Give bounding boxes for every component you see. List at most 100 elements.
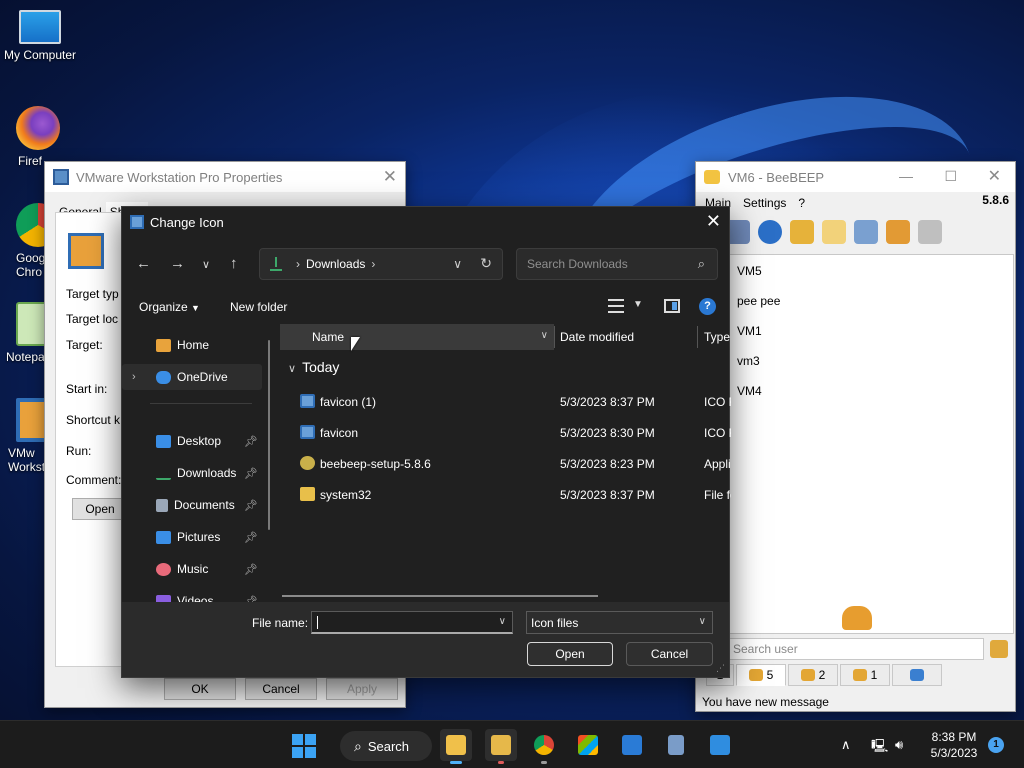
table-row[interactable]: beebeep-setup-5.8.6 5/3/2023 8:23 PM App… xyxy=(280,451,731,477)
list-item[interactable]: VM5 xyxy=(737,264,762,278)
sidebar-item-pictures[interactable]: Pictures 📌︎ xyxy=(122,524,262,550)
maximize-icon[interactable]: ☐ xyxy=(944,168,957,185)
help-icon[interactable]: ? xyxy=(699,298,716,315)
sidebar-item-label: Desktop xyxy=(177,434,222,448)
sidebar-item-home[interactable]: Home xyxy=(122,332,262,358)
desktop-icon-my-computer[interactable]: My Computer xyxy=(0,10,80,62)
open-file-location-button[interactable]: Open xyxy=(72,498,128,520)
column-header-name[interactable]: Name ∨ xyxy=(280,324,554,350)
refresh-icon[interactable]: ↻ xyxy=(480,255,492,272)
chevron-right-icon[interactable]: › xyxy=(132,371,136,383)
file-type: Appli xyxy=(704,457,731,471)
table-row[interactable]: favicon (1) 5/3/2023 8:37 PM ICO F xyxy=(280,389,731,415)
forward-icon[interactable]: → xyxy=(170,255,185,272)
back-icon[interactable]: ← xyxy=(136,255,151,272)
cancel-button[interactable]: Cancel xyxy=(245,678,317,700)
pin-icon: 📌︎ xyxy=(244,499,258,512)
table-row[interactable]: favicon 5/3/2023 8:30 PM ICO F xyxy=(280,420,731,446)
menu-settings[interactable]: Settings xyxy=(743,196,786,210)
taskbar-store[interactable] xyxy=(572,729,604,761)
sidebar-item-music[interactable]: Music 📌︎ xyxy=(122,556,262,582)
dialog-titlebar[interactable]: Change Icon xyxy=(122,207,729,237)
menu-help[interactable]: ? xyxy=(798,196,805,210)
windows-logo-icon xyxy=(305,734,316,745)
new-folder-button[interactable]: New folder xyxy=(230,300,287,314)
ok-button[interactable]: OK xyxy=(164,678,236,700)
pin-icon: 📌︎ xyxy=(244,435,258,448)
sidebar-item-downloads[interactable]: Downloads 📌︎ xyxy=(122,460,262,486)
file-name-input[interactable]: ∨ xyxy=(311,611,513,634)
group-header[interactable]: ∨ Today xyxy=(288,359,339,375)
pencil-icon[interactable] xyxy=(822,220,846,244)
scrollbar[interactable] xyxy=(268,340,270,530)
trash-icon[interactable] xyxy=(918,220,942,244)
list-item[interactable]: vm3 xyxy=(737,354,760,368)
network-icon[interactable]: 🖳︎ xyxy=(871,737,888,759)
chevron-down-icon[interactable]: ▼ xyxy=(633,299,643,310)
clear-search-icon[interactable] xyxy=(990,640,1008,658)
clock-time: 8:38 PM xyxy=(931,730,977,744)
desktop-icon-firefox[interactable]: Firef xyxy=(0,106,78,168)
taskbar-mail[interactable] xyxy=(616,729,648,761)
sidebar-item-videos[interactable]: Videos 📌︎ xyxy=(122,588,262,602)
close-icon[interactable]: ✕ xyxy=(383,167,397,187)
organize-button[interactable]: Organize ▼ xyxy=(139,300,200,314)
search-user-input[interactable]: Search user xyxy=(726,638,984,660)
file-type-select[interactable]: Icon files ∨ xyxy=(526,611,713,634)
view-options-icon[interactable] xyxy=(608,299,624,313)
users-group-icon xyxy=(842,606,872,630)
sidebar-item-onedrive[interactable]: › OneDrive xyxy=(122,364,262,390)
resize-grip-icon[interactable]: ⋰ xyxy=(716,663,725,674)
taskbar-photos[interactable] xyxy=(704,729,736,761)
contacts-icon[interactable] xyxy=(790,220,814,244)
close-icon[interactable]: ✕ xyxy=(988,166,1001,186)
notification-badge[interactable]: 1 xyxy=(988,737,1004,753)
tools-icon[interactable] xyxy=(854,220,878,244)
list-item[interactable]: VM4 xyxy=(737,384,762,398)
list-item[interactable]: pee pee xyxy=(737,294,780,308)
column-header-date[interactable]: Date modified xyxy=(560,330,634,344)
open-button[interactable]: Open xyxy=(527,642,613,666)
clock[interactable]: 8:38 PM 5/3/2023 xyxy=(924,729,984,761)
sidebar-item-desktop[interactable]: Desktop 📌︎ xyxy=(122,428,262,454)
tab-rooms[interactable]: 1 xyxy=(840,664,890,686)
chevron-down-icon[interactable]: ∨ xyxy=(453,257,462,271)
vmware-properties-titlebar[interactable]: VMware Workstation Pro Properties xyxy=(45,162,405,192)
pin-icon: 📌︎ xyxy=(244,563,258,576)
network-icon[interactable] xyxy=(758,220,782,244)
recent-locations-icon[interactable]: ∨ xyxy=(202,258,210,271)
upload-icon[interactable] xyxy=(886,220,910,244)
search-input[interactable]: Search Downloads ⌕ xyxy=(516,248,718,280)
address-bar[interactable]: › Downloads › ∨ ↻ xyxy=(259,248,503,280)
taskbar-search-button[interactable]: ⌕ Search xyxy=(340,731,432,761)
change-icon-dialog: Change Icon ✕ ← → ∨ ↑ › Downloads › ∨ ↻ … xyxy=(121,206,731,678)
running-indicator xyxy=(541,761,547,764)
breadcrumb[interactable]: Downloads xyxy=(306,257,365,271)
table-row[interactable]: system32 5/3/2023 8:37 PM File fo xyxy=(280,482,731,508)
taskbar-beebeep[interactable] xyxy=(485,729,517,764)
chevron-up-icon[interactable]: ∧ xyxy=(841,737,851,753)
taskbar-chrome[interactable] xyxy=(528,729,560,764)
up-icon[interactable]: ↑ xyxy=(230,255,238,272)
sidebar-item-documents[interactable]: Documents 📌︎ xyxy=(122,492,262,518)
cancel-button[interactable]: Cancel xyxy=(626,642,713,666)
chevron-down-icon[interactable]: ∨ xyxy=(499,616,506,627)
field-label: Run: xyxy=(66,444,92,458)
start-button[interactable] xyxy=(292,734,316,758)
volume-icon[interactable]: 🔊︎ xyxy=(895,737,903,753)
taskbar-file-explorer[interactable] xyxy=(440,729,472,764)
tab-users[interactable]: 5 xyxy=(736,664,786,686)
list-item[interactable]: VM1 xyxy=(737,324,762,338)
taskbar-calculator[interactable] xyxy=(660,729,692,761)
tab-groups[interactable]: 2 xyxy=(788,664,838,686)
taskbar: ⌕ Search ∧ 🖳︎ 🔊︎ 8:38 PM 5/3/2023 1 xyxy=(0,720,1024,768)
apply-button[interactable]: Apply xyxy=(326,678,398,700)
beebeep-titlebar[interactable]: VM6 - BeeBEEP xyxy=(696,162,1015,192)
minimize-icon[interactable]: — xyxy=(899,168,913,184)
chevron-down-icon[interactable]: ∨ xyxy=(541,330,548,341)
column-header-type[interactable]: Type xyxy=(704,330,730,344)
close-icon[interactable]: ✕ xyxy=(706,211,721,232)
scrollbar[interactable] xyxy=(282,595,598,597)
preview-pane-icon[interactable] xyxy=(664,299,680,313)
tab-files[interactable] xyxy=(892,664,942,686)
